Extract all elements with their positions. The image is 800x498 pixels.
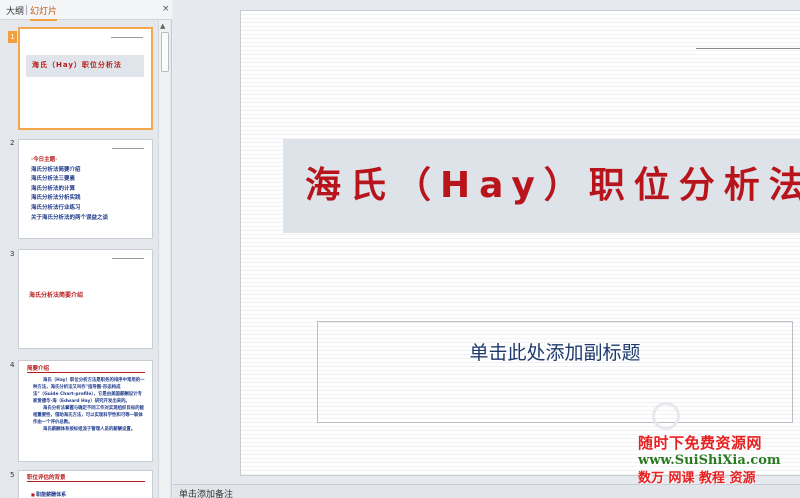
thumb-paragraph: 海氏（Hay）职位分析方法是职务的排序中常用的一种方法，海氏分析法又叫作"指导图…	[33, 378, 145, 404]
slide-number: 4	[10, 361, 15, 369]
pane-tabs: 大纲 幻灯片 ×	[0, 0, 172, 21]
list-item: 职能薪酬体系	[31, 491, 66, 498]
list-item: 海氏分析法的计算	[31, 185, 76, 192]
thumb-decor-line	[112, 148, 144, 149]
tab-outline[interactable]: 大纲	[6, 4, 24, 17]
thumb-decor-line	[112, 258, 144, 259]
slide-canvas[interactable]: 海氏（Hay）职位分析法 单击此处添加副标题	[240, 10, 800, 476]
tab-separator	[26, 5, 27, 15]
subtitle-placeholder[interactable]: 单击此处添加副标题	[317, 321, 793, 423]
slides-pane: 大纲 幻灯片 × ▲ 1 海氏（Hay）职位分析法 2 ·今日主题· 海氏分析法…	[0, 0, 172, 498]
watermark-circle-icon	[652, 402, 680, 430]
thumbnail-scrollbar[interactable]: ▲	[158, 20, 170, 498]
thumb-title: 简要介绍	[27, 366, 50, 372]
slide-thumbnail-1[interactable]: 海氏（Hay）职位分析法	[18, 27, 153, 130]
thumb-title: 海氏（Hay）职位分析法	[32, 61, 122, 69]
thumb-paragraph: 海氏分析法掌握与确定不同工作对实现组织目标的能相重要性，借助海氏方法，可以实现科…	[33, 406, 144, 425]
slide-decor-line	[696, 48, 800, 49]
watermark-line2: www.SuiShiXia.com	[638, 453, 781, 468]
thumb-title-underline	[27, 481, 145, 482]
slide-editing-area: 海氏（Hay）职位分析法 单击此处添加副标题	[173, 0, 800, 484]
watermark-line1: 随时下免费资源网	[638, 434, 763, 452]
slide-thumbnail-2[interactable]: ·今日主题· 海氏分析法简要介绍 海氏分析法三要素 海氏分析法的计算 海氏分析法…	[18, 139, 153, 239]
scroll-up-icon[interactable]: ▲	[160, 22, 165, 30]
tab-slides[interactable]: 幻灯片	[30, 4, 58, 21]
list-item: 关于海氏分析法的两个误益之谈	[31, 214, 109, 221]
list-item: 海氏分析法行业练习	[31, 204, 81, 211]
slide-number: 2	[10, 139, 15, 147]
scroll-thumb[interactable]	[161, 32, 169, 72]
watermark-line3: 数万 网课 教程 资源	[638, 471, 756, 486]
slide-number: 3	[10, 250, 15, 258]
thumb-decor-line	[111, 37, 143, 38]
slide-number: 1	[8, 31, 17, 43]
list-item: 海氏分析法简要介绍	[31, 166, 81, 173]
slide-thumbnail-3[interactable]: 海氏分析法简要介绍	[18, 249, 153, 349]
subtitle-placeholder-text: 单击此处添加副标题	[469, 342, 641, 364]
slide-title[interactable]: 海氏（Hay）职位分析法	[305, 156, 800, 208]
slide-thumbnail-4[interactable]: 简要介绍 海氏（Hay）职位分析方法是职务的排序中常用的一种方法，海氏分析法又叫…	[18, 360, 153, 462]
close-pane-icon[interactable]: ×	[162, 4, 170, 14]
thumb-agenda-heading: ·今日主题·	[31, 157, 58, 163]
notes-placeholder: 单击添加备注	[179, 490, 234, 498]
thumb-agenda-list: ·今日主题· 海氏分析法简要介绍 海氏分析法三要素 海氏分析法的计算 海氏分析法…	[31, 156, 108, 223]
thumb-paragraph: 海氏薪酬体系按标组流于管理人员的薪酬设置。	[43, 427, 136, 432]
watermark: 随时下免费资源网 www.SuiShiXia.com 数万 网课 教程 资源	[638, 434, 800, 487]
thumb-title: 海氏分析法简要介绍	[29, 292, 84, 299]
thumb-title-underline	[27, 372, 145, 373]
slide-thumbnail-5[interactable]: 职位评估的背景 职能薪酬体系	[18, 470, 153, 498]
thumb-body-text: 海氏（Hay）职位分析方法是职务的排序中常用的一种方法，海氏分析法又叫作"指导图…	[33, 377, 145, 433]
thumb-title: 职位评估的背景	[27, 475, 66, 481]
list-item: 海氏分析法分析实践	[31, 195, 81, 202]
slide-number: 5	[10, 471, 15, 479]
list-item: 海氏分析法三要素	[31, 176, 76, 183]
